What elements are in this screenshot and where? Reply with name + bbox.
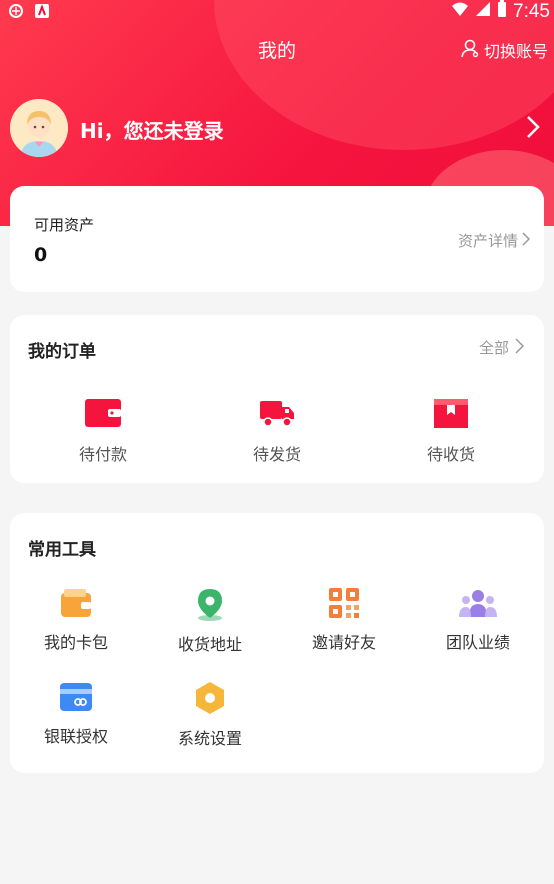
tool-card-wallet[interactable]: 我的卡包 — [16, 587, 136, 653]
chevron-right-icon[interactable] — [526, 115, 540, 139]
order-item-label: 待发货 — [252, 445, 301, 464]
tools-card: 常用工具 我的卡包 收货地址 邀请好友 团队业绩 银联授权 系统设置 — [10, 513, 544, 773]
order-item-label: 待收货 — [426, 445, 475, 464]
tool-label: 我的卡包 — [43, 633, 108, 652]
card-wallet-icon — [59, 589, 93, 623]
user-icon — [460, 38, 480, 62]
tool-team-performance[interactable]: 团队业绩 — [418, 587, 538, 653]
orders-card: 我的订单 全部 待付款 待发货 待收货 — [10, 315, 544, 483]
switch-account-button[interactable]: 切换账号 — [460, 38, 548, 62]
wallet-icon — [84, 399, 122, 433]
tool-system-settings[interactable]: 系统设置 — [150, 681, 270, 749]
switch-account-label: 切换账号 — [483, 42, 548, 61]
team-icon — [459, 590, 497, 623]
chevron-right-icon — [515, 337, 525, 358]
tool-label: 银联授权 — [43, 727, 108, 746]
status-bar: 7:45 — [0, 0, 554, 24]
status-time: 7:45 — [513, 1, 550, 22]
all-orders-label: 全部 — [478, 339, 509, 357]
order-pending-receipt[interactable]: 待收货 — [391, 397, 511, 465]
tool-invite-friends[interactable]: 邀请好友 — [284, 587, 404, 653]
tools-title: 常用工具 — [28, 540, 96, 560]
avatar[interactable] — [10, 99, 68, 157]
tool-label: 团队业绩 — [445, 633, 510, 652]
login-greeting[interactable]: Hi，您还未登录 — [80, 115, 224, 144]
order-pending-payment[interactable]: 待付款 — [43, 397, 163, 465]
tool-label: 收货地址 — [177, 635, 242, 654]
a-notification-icon — [34, 3, 50, 24]
all-orders-link[interactable]: 全部 — [478, 337, 525, 358]
tool-label: 系统设置 — [177, 729, 242, 748]
tool-label: 邀请好友 — [311, 633, 376, 652]
battery-icon — [497, 0, 507, 24]
tool-shipping-address[interactable]: 收货地址 — [150, 587, 270, 655]
chevron-right-icon — [522, 231, 531, 250]
assets-label: 可用资产 — [34, 216, 95, 234]
unionpay-card-icon — [59, 683, 93, 717]
order-item-label: 待付款 — [78, 445, 127, 464]
qr-code-icon — [328, 588, 360, 623]
assets-value: 0 — [34, 244, 48, 266]
tool-unionpay-auth[interactable]: 银联授权 — [16, 681, 136, 747]
assets-card: 可用资产 0 资产详情 — [10, 186, 544, 292]
box-icon — [433, 399, 469, 433]
wifi-icon — [451, 1, 469, 23]
orders-title: 我的订单 — [28, 342, 96, 362]
location-pin-icon — [195, 589, 225, 625]
asset-details-link[interactable]: 资产详情 — [457, 230, 531, 251]
order-pending-shipment[interactable]: 待发货 — [217, 397, 337, 465]
asset-details-label: 资产详情 — [457, 232, 518, 250]
signal-icon — [475, 1, 491, 23]
truck-icon — [258, 401, 296, 433]
app-notification-icon — [8, 3, 24, 24]
settings-hexagon-icon — [193, 682, 227, 719]
